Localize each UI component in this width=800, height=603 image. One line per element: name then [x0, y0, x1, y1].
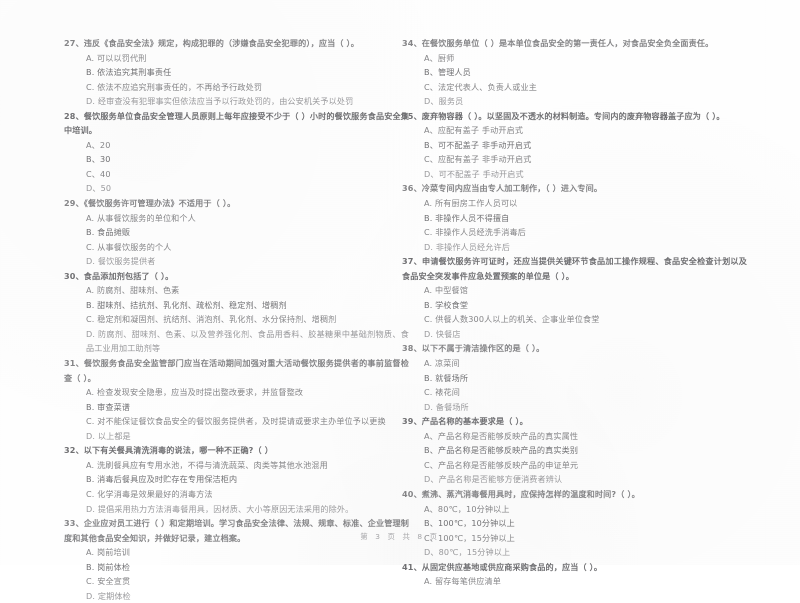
question-block: 34、在餐饮服务单位（ ）是本单位食品安全的第一责任人，对食品安全负全面责任。 A… [402, 36, 747, 109]
question-option: A、应配有盖子 手动开启式 [424, 125, 524, 136]
question-block: 39、产品名称的基本要求是（ ）。 A、产品名称是否能够反映产品的真实属性 B、产品… [402, 414, 747, 487]
question-option: C、产品名称是否能够反映产品的申证单元 [424, 459, 579, 470]
question-block: 37、申请餐饮服务许可证时，还应当提供关键环节食品加工操作规程、食品安全检查计划… [402, 254, 747, 341]
question-option: C、40 [86, 168, 111, 179]
question-option: A、厨师 [424, 52, 455, 63]
question-option: A. 从事餐饮服务的单位和个人 [86, 212, 196, 223]
text-column-right: 34、在餐饮服务单位（ ）是本单位食品安全的第一责任人，对食品安全负全面责任。 A… [402, 36, 747, 589]
question-option: B、可不配盖子 非手动开启式 [424, 139, 532, 150]
question-option: D、可不配盖子 手动开启式 [424, 168, 524, 179]
question-block: 28、餐饮服务单位食品安全管理人员原则上每年应接受不少于（ ）小时的餐饮服务食品… [64, 109, 409, 196]
scanned-page: 27、违反《食品安全法》规定，构成犯罪的（涉嫌食品安全犯罪的），应当（ ）。 A.… [0, 0, 800, 601]
question-option: D. 定期体检 [86, 590, 131, 601]
text-column-left: 27、违反《食品安全法》规定，构成犯罪的（涉嫌食品安全犯罪的），应当（ ）。 A.… [64, 36, 409, 603]
question-stem: 37、申请餐饮服务许可证时，还应当提供关键环节食品加工操作规程、食品安全检查计划… [402, 256, 747, 281]
question-stem: 40、煮沸、蒸汽消毒餐用具时，应保持怎样的温度和时间?（ ）。 [402, 488, 640, 499]
question-option: C、应配有盖子 非手动开启式 [424, 154, 532, 165]
question-option: B. 非操作人员不得擅自 [424, 212, 510, 223]
question-block: 31、餐饮服务食品安全监管部门应当在活动期间加强对重大活动餐饮服务提供者的事前监… [64, 356, 409, 443]
question-stem: 38、以下不属于清洁操作区的是（ ）。 [402, 343, 545, 354]
question-option: D. 提倡采用热力方法消毒餐用具，因材质、大小等原因无法采用的除外。 [86, 503, 354, 514]
question-option: C. 安全宣贯 [86, 576, 131, 587]
question-block: 29、《餐饮服务许可管理办法》不适用于（ ）。 A. 从事餐饮服务的单位和个人 B.… [64, 196, 409, 269]
question-block: 30、食品添加剂包括了（ ）。 A. 防腐剂、甜味剂、色素 B. 甜味剂、拮抗剂、乳… [64, 269, 409, 356]
question-block: 41、从固定供应基地或供应商采购食品的，应当（ ）。 A. 留存每笔供应清单 [402, 560, 747, 589]
question-option: C. 从事餐饮服务的个人 [86, 241, 172, 252]
question-option: B. 审查菜谱 [86, 401, 131, 412]
question-option: C. 对不能保证餐饮食品安全的餐饮服务提供者，及时提请或要求主办单位予以更换 [86, 416, 386, 427]
question-stem: 36、冷菜专间内应当由专人加工制作，（ ）进入专间。 [402, 183, 603, 194]
question-option: D. 非操作人员经允许后 [424, 241, 511, 252]
question-option: A、80℃，10分钟以上 [424, 503, 510, 514]
question-option: A. 所有厨房工作人员可以 [424, 198, 518, 209]
question-option: B、管理人员 [424, 67, 471, 78]
question-option: B. 就餐场所 [424, 372, 469, 383]
question-option: C. 非操作人员经洗手消毒后 [424, 227, 526, 238]
question-block: 36、冷菜专间内应当由专人加工制作，（ ）进入专间。 A. 所有厨房工作人员可以 B… [402, 181, 747, 254]
question-option: B. 消毒后餐具应及时贮存在专用保洁柜内 [86, 474, 238, 485]
question-option: C、法定代表人、负责人或业主 [424, 81, 537, 92]
question-option: B、100℃，10分钟以上 [424, 518, 515, 529]
question-option: D. 快餐店 [424, 328, 461, 339]
question-option: C. 化学消毒是效果最好的消毒方法 [86, 488, 213, 499]
question-option: A. 防腐剂、甜味剂、色素 [86, 285, 180, 296]
question-stem: 39、产品名称的基本要求是（ ）。 [402, 416, 528, 427]
question-option: D. 经审查没有犯罪事实但依法应当予以行政处罚的，由公安机关予以处罚 [86, 96, 354, 107]
question-option: A. 洗刷餐具应有专用水池，不得与清洗蔬菜、肉类等其他水池混用 [86, 459, 328, 470]
question-stem: 41、从固定供应基地或供应商采购食品的，应当（ ）。 [402, 561, 603, 572]
question-option: D. 备餐场所 [424, 401, 469, 412]
question-option: B、30 [86, 154, 111, 165]
question-block: 38、以下不属于清洁操作区的是（ ）。 A. 凉菜间 B. 就餐场所 C. 裱花间 D.… [402, 341, 747, 414]
question-option: A. 检查发现安全隐患，应当及时提出整改要求，并监督整改 [86, 387, 304, 398]
question-block: 40、煮沸、蒸汽消毒餐用具时，应保持怎样的温度和时间?（ ）。 A、80℃，10分… [402, 487, 747, 560]
question-option: A、产品名称是否能够反映产品的真实属性 [424, 430, 579, 441]
question-option: D、80℃，15分钟以上 [424, 547, 511, 558]
question-option: C. 裱花间 [424, 387, 460, 398]
question-stem: 32、以下有关餐具清洗消毒的说法，哪一种不正确?（ ） [64, 445, 273, 456]
question-option: B. 依法追究其刑事责任 [86, 67, 172, 78]
page-footer: 第 3 页 共 8 页 [360, 532, 440, 541]
question-option: A. 留存每笔供应清单 [424, 576, 501, 587]
question-block: 32、以下有关餐具清洗消毒的说法，哪一种不正确?（ ） A. 洗刷餐具应有专用水池… [64, 443, 409, 516]
question-option: A. 可以以罚代刑 [86, 52, 147, 63]
question-stem: 27、违反《食品安全法》规定，构成犯罪的（涉嫌食品安全犯罪的），应当（ ）。 [64, 38, 359, 48]
question-option: A. 岗前培训 [86, 547, 130, 558]
question-option: C. 依法不应追究刑事责任的，不再给予行政处罚 [86, 81, 263, 92]
question-option: D、产品名称是否能够方便消费者辨认 [424, 474, 563, 485]
question-option: D、服务员 [424, 96, 464, 107]
question-option: A. 凉菜间 [424, 358, 460, 369]
question-option: D. 防腐剂、甜味剂、色素、以及营养强化剂、食品用香料、胶基糖果中基础剂物质、食… [86, 328, 409, 354]
question-option: B. 学校食堂 [424, 299, 469, 310]
question-option: D. 以上都是 [86, 430, 131, 441]
question-option: D、50 [86, 183, 112, 194]
question-option: C. 稳定剂和凝固剂、抗结剂、消泡剂、乳化剂、水分保持剂、增稠剂 [86, 314, 337, 325]
question-option: D. 餐饮服务提供者 [86, 256, 156, 267]
question-option: B. 甜味剂、拮抗剂、乳化剂、疏松剂、稳定剂、增稠剂 [86, 299, 287, 310]
question-stem: 29、《餐饮服务许可管理办法》不适用于（ ）。 [64, 198, 236, 209]
question-option: A、20 [86, 139, 111, 150]
question-option: B、产品名称是否能够反映产品的真实类别 [424, 445, 579, 456]
question-stem: 28、餐饮服务单位食品安全管理人员原则上每年应接受不少于（ ）小时的餐饮服务食品… [64, 110, 409, 136]
question-option: A. 中型餐馆 [424, 285, 468, 296]
question-option: B. 食品摊贩 [86, 227, 131, 238]
question-block: 27、违反《食品安全法》规定，构成犯罪的（涉嫌食品安全犯罪的），应当（ ）。 A.… [64, 36, 409, 109]
question-block: 33、企业应对员工进行（ ）和定期培训。学习食品安全法律、法规、规章、标准、企业… [64, 516, 409, 603]
question-stem: 34、在餐饮服务单位（ ）是本单位食品安全的第一责任人，对食品安全负全面责任。 [402, 38, 714, 48]
question-option: B. 岗前体检 [86, 561, 131, 572]
question-stem: 35、废弃物容器（ ）。以坚固及不透水的材料制造。专间内的废弃物容器盖子应为（ … [402, 110, 725, 121]
question-block: 35、废弃物容器（ ）。以坚固及不透水的材料制造。专间内的废弃物容器盖子应为（ … [402, 109, 747, 182]
question-stem: 30、食品添加剂包括了（ ）。 [64, 270, 174, 281]
question-option: C. 供餐人数300人以上的机关、企事业单位食堂 [424, 314, 600, 325]
question-stem: 31、餐饮服务食品安全监管部门应当在活动期间加强对重大活动餐饮服务提供者的事前监… [64, 358, 409, 383]
